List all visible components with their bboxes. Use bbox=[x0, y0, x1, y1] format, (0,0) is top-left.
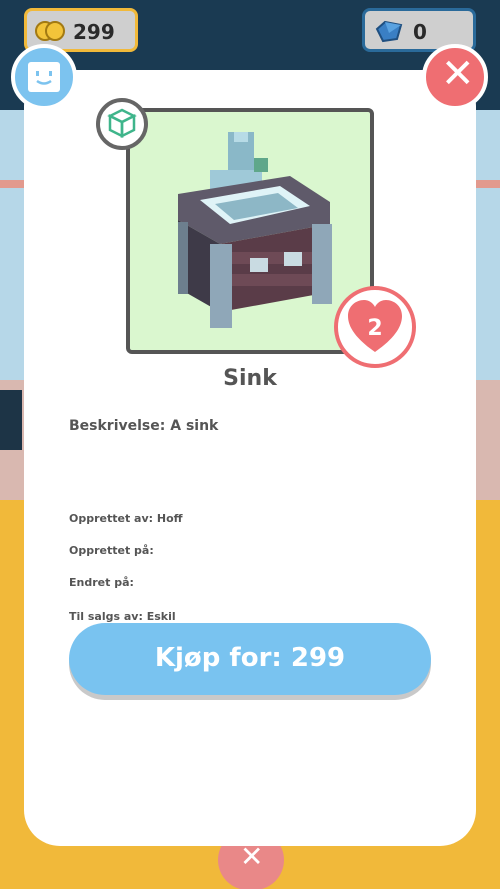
buy-button[interactable]: Kjøp for: 299 bbox=[69, 623, 431, 695]
coin-icon bbox=[35, 21, 65, 41]
likes-badge[interactable]: 2 bbox=[334, 286, 416, 368]
item-description: Beskrivelse: A sink bbox=[69, 418, 219, 434]
created-on: Opprettet på: bbox=[69, 544, 154, 557]
cube-icon bbox=[107, 108, 137, 139]
avatar-button[interactable] bbox=[11, 44, 77, 110]
likes-count: 2 bbox=[367, 316, 383, 341]
cube-badge bbox=[96, 98, 148, 150]
sink-model-image bbox=[178, 132, 332, 328]
modified-on: Endret på: bbox=[69, 576, 134, 589]
created-by: Opprettet av: Hoff bbox=[69, 512, 183, 525]
for-sale-by: Til salgs av: Eskil bbox=[69, 610, 176, 623]
item-title: Sink bbox=[223, 366, 277, 391]
scene-furniture bbox=[0, 390, 22, 450]
coin-count: 299 bbox=[73, 20, 115, 44]
gem-count: 0 bbox=[413, 20, 427, 44]
close-button[interactable]: ✕ bbox=[422, 44, 488, 110]
gem-icon bbox=[375, 20, 403, 43]
avatar-face-icon bbox=[28, 62, 60, 92]
close-icon: ✕ bbox=[441, 51, 475, 97]
buy-button-label: Kjøp for: 299 bbox=[154, 643, 346, 673]
